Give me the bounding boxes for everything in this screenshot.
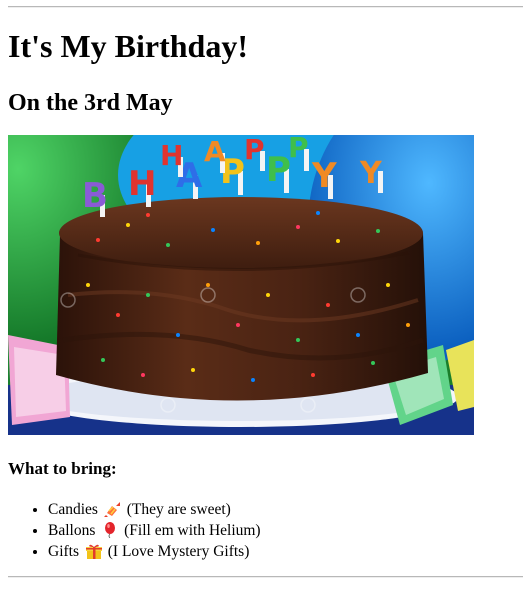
page-subtitle: On the 3rd May: [8, 90, 173, 116]
bottom-divider: [8, 576, 523, 578]
list-item-name: Ballons: [48, 522, 96, 539]
candle-letter-y2: Y: [359, 156, 383, 191]
list-item-name: Candies: [48, 501, 98, 518]
candle-letter-y: Y: [311, 156, 337, 196]
candle-letter-p4: P: [288, 135, 309, 164]
list-item-note: (Fill em with Helium): [124, 522, 261, 539]
candle-letter-b: B: [82, 176, 108, 216]
birthday-cake-image: B H A P P Y H A P P Y: [8, 135, 474, 435]
balloon-icon: [105, 522, 116, 538]
list-item: Ballons (Fill em with Helium): [48, 520, 261, 541]
gift-icon: [85, 544, 102, 559]
bring-list-heading: What to bring:: [8, 459, 117, 478]
list-item: Gifts (I Love Mystery Gifts): [48, 541, 261, 562]
candy-icon: [103, 502, 120, 517]
list-item-note: (They are sweet): [126, 501, 231, 518]
candle-letter-a2: A: [204, 135, 226, 168]
top-divider: [8, 6, 523, 8]
candle-letter-p3: P: [244, 135, 265, 166]
list-item-name: Gifts: [48, 543, 79, 560]
candle-letter-h2: H: [160, 139, 183, 172]
candle-letter-h: H: [128, 164, 156, 204]
page-title: It's My Birthday!: [8, 28, 248, 64]
bring-list: Candies (They are sweet) Ballons (Fill e…: [8, 499, 261, 562]
list-item-note: (I Love Mystery Gifts): [107, 543, 250, 560]
list-item: Candies (They are sweet): [48, 499, 261, 520]
